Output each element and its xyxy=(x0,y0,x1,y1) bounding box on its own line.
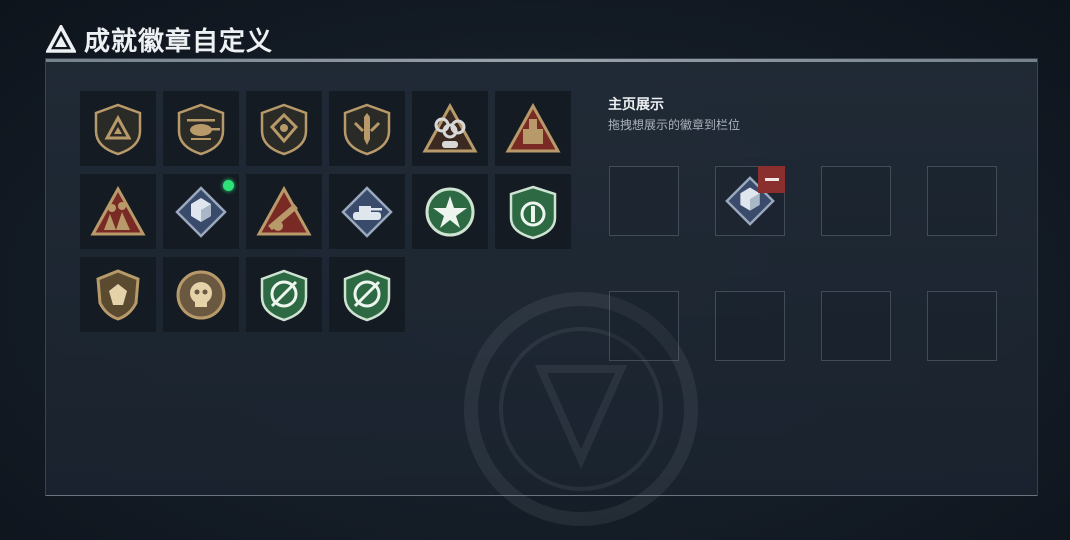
badge-grid xyxy=(80,91,571,332)
badge-cell[interactable] xyxy=(246,257,322,332)
showcase-hint: 拖拽想展示的徽章到栏位 xyxy=(608,118,741,132)
remove-badge-button[interactable] xyxy=(758,166,785,193)
gem-shield-badge-icon xyxy=(96,268,140,321)
green-emblem-shield-badge-icon xyxy=(509,185,557,239)
triangle-logo-shield-badge-icon xyxy=(94,103,142,155)
showcase-slot-filled[interactable] xyxy=(715,166,785,236)
badge-cell[interactable] xyxy=(495,91,571,166)
showcase-slot-empty[interactable] xyxy=(927,166,997,236)
badge-cell[interactable] xyxy=(163,257,239,332)
soldiers-triangle-badge-icon xyxy=(90,185,146,235)
minus-icon xyxy=(764,178,779,181)
showcase-title: 主页展示 xyxy=(608,97,664,113)
badge-cell[interactable] xyxy=(246,91,322,166)
new-indicator-dot xyxy=(223,180,234,191)
green-target-shield-2-badge-icon xyxy=(343,269,391,321)
badge-cell[interactable] xyxy=(495,174,571,249)
tank-diamond-badge-icon xyxy=(341,185,393,238)
badge-cell[interactable] xyxy=(246,174,322,249)
badge-cell[interactable] xyxy=(80,257,156,332)
sword-shield-badge-icon xyxy=(343,103,391,155)
showcase-slot-empty[interactable] xyxy=(715,291,785,361)
cannon-triangle-badge-icon xyxy=(256,185,312,235)
badge-cell[interactable] xyxy=(163,174,239,249)
badge-cell[interactable] xyxy=(329,174,405,249)
header: 成就徽章自定义 xyxy=(46,22,274,57)
skull-circle-badge-icon xyxy=(176,270,226,319)
cargo-triangle-badge-icon xyxy=(505,102,561,152)
showcase-slot-empty[interactable] xyxy=(609,166,679,236)
cube-diamond-badge-icon xyxy=(175,185,227,238)
page-title: 成就徽章自定义 xyxy=(84,26,274,57)
badge-cell[interactable] xyxy=(412,91,488,166)
showcase-slot-empty[interactable] xyxy=(821,166,891,236)
badge-panel: 主页展示 拖拽想展示的徽章到栏位 xyxy=(45,58,1038,526)
badge-cell[interactable] xyxy=(80,91,156,166)
chain-triangle-badge-icon xyxy=(422,102,478,152)
showcase-slot-empty[interactable] xyxy=(927,291,997,361)
green-target-shield-badge-icon xyxy=(260,269,308,321)
triangle-logo-icon xyxy=(46,25,76,53)
badge-cell[interactable] xyxy=(412,174,488,249)
green-star-medal-badge-icon xyxy=(425,187,475,236)
badge-cell[interactable] xyxy=(329,257,405,332)
emblem-shield-badge-icon xyxy=(260,103,308,155)
badge-cell[interactable] xyxy=(329,91,405,166)
badge-cell[interactable] xyxy=(163,91,239,166)
showcase-slot-empty[interactable] xyxy=(609,291,679,361)
helicopter-shield-badge-icon xyxy=(177,103,225,155)
badge-cell[interactable] xyxy=(80,174,156,249)
showcase-slot-empty[interactable] xyxy=(821,291,891,361)
